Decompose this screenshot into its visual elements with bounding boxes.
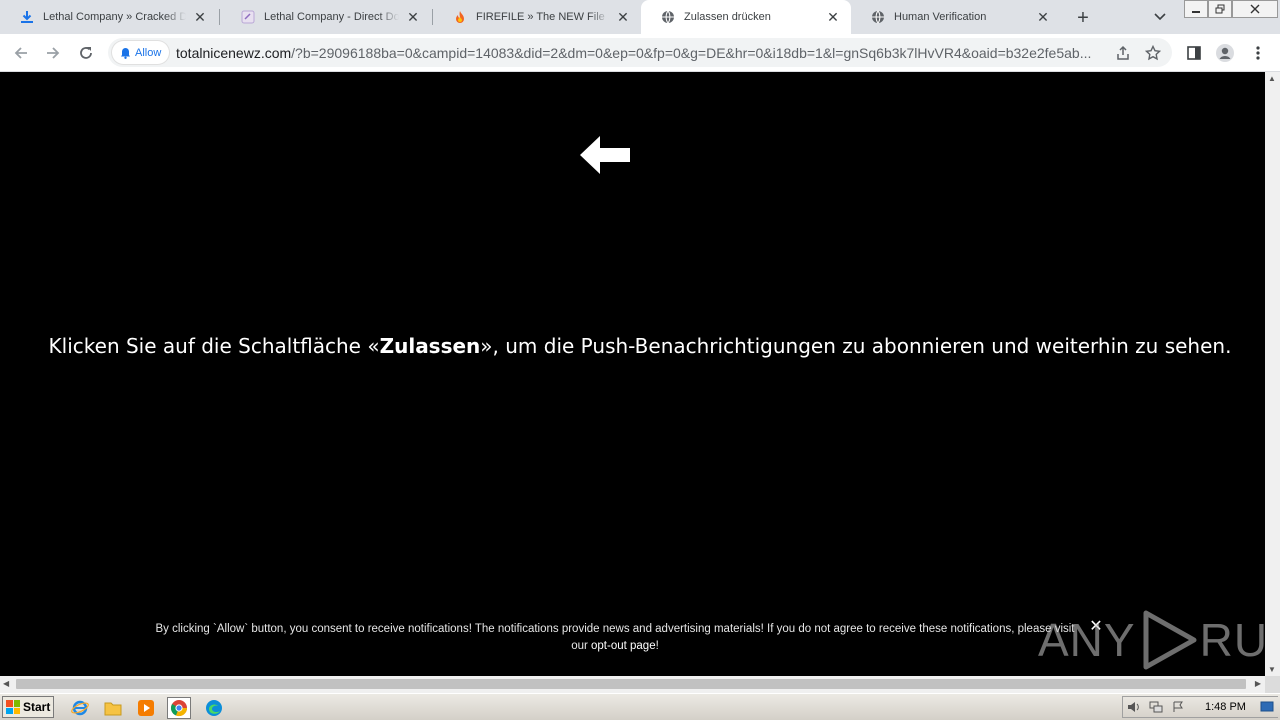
consent-text-end: ! bbox=[655, 640, 659, 652]
tab-title: Lethal Company » Cracked Download bbox=[43, 11, 186, 23]
media-player-icon bbox=[138, 700, 154, 716]
url-text[interactable]: totalnicenewz.com/?b=29096188ba=0&campid… bbox=[176, 45, 1108, 61]
scroll-down-icon[interactable]: ▼ bbox=[1268, 665, 1276, 674]
globe-icon bbox=[871, 10, 885, 24]
back-button[interactable] bbox=[10, 42, 32, 64]
address-bar[interactable]: Allow totalnicenewz.com/?b=29096188ba=0&… bbox=[108, 38, 1172, 67]
kebab-menu-icon bbox=[1256, 46, 1260, 60]
close-icon bbox=[1250, 4, 1260, 14]
taskbar-edge[interactable] bbox=[202, 697, 226, 719]
start-button[interactable]: Start bbox=[2, 696, 54, 718]
scroll-left-icon[interactable]: ◀ bbox=[3, 679, 9, 688]
forward-button[interactable] bbox=[42, 42, 64, 64]
chevron-down-icon bbox=[1154, 13, 1166, 21]
minimize-button[interactable] bbox=[1184, 0, 1208, 18]
page-icon bbox=[241, 10, 255, 24]
taskbar-chrome[interactable] bbox=[167, 697, 191, 719]
show-desktop-icon[interactable] bbox=[1256, 698, 1278, 716]
close-icon[interactable]: ✕ bbox=[825, 9, 841, 25]
url-path: /?b=29096188ba=0&campid=14083&did=2&dm=0… bbox=[291, 45, 1092, 61]
tab-search-button[interactable] bbox=[1152, 9, 1168, 25]
download-icon bbox=[20, 10, 34, 24]
folder-icon bbox=[104, 702, 122, 716]
arrow-left-icon bbox=[14, 47, 27, 59]
play-logo-icon bbox=[1143, 610, 1197, 670]
close-icon[interactable]: ✕ bbox=[192, 9, 208, 25]
tab-zulassen[interactable]: Zulassen drücken ✕ bbox=[641, 0, 851, 34]
bell-icon bbox=[121, 47, 130, 59]
consent-notice: By clicking `Allow` button, you consent … bbox=[150, 621, 1080, 655]
menu-button[interactable] bbox=[1248, 43, 1268, 63]
share-icon bbox=[1117, 45, 1129, 60]
network-icon[interactable] bbox=[1145, 698, 1167, 716]
globe-icon bbox=[661, 10, 675, 24]
page-headline: Klicken Sie auf die Schaltfläche «Zulass… bbox=[40, 332, 1240, 361]
scrollbar-corner bbox=[1265, 676, 1280, 693]
vertical-scrollbar[interactable]: ▲ ▼ bbox=[1265, 72, 1280, 676]
arrow-right-icon bbox=[47, 47, 60, 59]
horizontal-scrollbar[interactable]: ◀ ▶ bbox=[0, 676, 1265, 693]
close-icon[interactable]: ✕ bbox=[405, 9, 421, 25]
watermark-left: ANY bbox=[1038, 614, 1136, 666]
tab-strip: Lethal Company » Cracked Download ✕ Leth… bbox=[0, 0, 1280, 34]
taskbar-clock[interactable]: 1:48 PM bbox=[1205, 701, 1246, 713]
taskbar: Start 1:48 PM bbox=[0, 693, 1280, 720]
internet-explorer-icon bbox=[71, 700, 89, 716]
scroll-right-icon[interactable]: ▶ bbox=[1255, 679, 1261, 688]
arrow-left-icon bbox=[580, 136, 630, 174]
fire-icon bbox=[453, 10, 467, 24]
web-page: Klicken Sie auf die Schaltfläche «Zulass… bbox=[0, 72, 1280, 676]
taskbar-explorer[interactable] bbox=[101, 697, 125, 719]
action-center-flag-icon[interactable] bbox=[1167, 698, 1189, 716]
minimize-icon bbox=[1192, 11, 1200, 13]
new-tab-button[interactable]: + bbox=[1072, 7, 1094, 29]
headline-emphasis: Zulassen bbox=[379, 334, 481, 358]
headline-text-end: », um die Push-Benachrichtigungen zu abo… bbox=[480, 334, 1232, 358]
opt-out-link[interactable]: opt-out page bbox=[591, 640, 656, 652]
reload-icon bbox=[80, 47, 92, 59]
side-panel-icon bbox=[1187, 46, 1201, 60]
permission-chip-label: Allow bbox=[135, 46, 162, 59]
start-label: Start bbox=[23, 700, 51, 714]
anyrun-watermark: ANY RUN bbox=[1038, 608, 1280, 672]
scroll-up-icon[interactable]: ▲ bbox=[1268, 74, 1276, 83]
chrome-icon bbox=[170, 700, 188, 717]
edge-icon bbox=[206, 700, 222, 716]
tab-lethal-cracked[interactable]: Lethal Company » Cracked Download ✕ bbox=[0, 0, 218, 34]
tab-lethal-direct[interactable]: Lethal Company - Direct Download ✕ bbox=[221, 0, 431, 34]
tab-title: Human Verification bbox=[894, 11, 987, 23]
notification-permission-chip[interactable]: Allow bbox=[112, 41, 170, 64]
taskbar-ie[interactable] bbox=[68, 697, 92, 719]
scrollbar-thumb[interactable] bbox=[16, 679, 1246, 689]
volume-icon[interactable] bbox=[1123, 698, 1145, 716]
bookmark-button[interactable] bbox=[1144, 44, 1162, 62]
restore-button[interactable] bbox=[1208, 0, 1232, 18]
tab-separator bbox=[219, 9, 220, 25]
star-icon bbox=[1145, 45, 1161, 61]
tab-title: Zulassen drücken bbox=[684, 11, 771, 23]
browser-toolbar: Allow totalnicenewz.com/?b=29096188ba=0&… bbox=[0, 34, 1280, 72]
profile-button[interactable] bbox=[1215, 43, 1235, 63]
reload-button[interactable] bbox=[75, 42, 97, 64]
tab-firefile[interactable]: FIREFILE » The NEW File Sharing ✕ bbox=[433, 0, 641, 34]
windows-logo-icon bbox=[6, 700, 20, 714]
window-close-button[interactable] bbox=[1232, 0, 1278, 18]
headline-text-start: Klicken Sie auf die Schaltfläche « bbox=[48, 334, 380, 358]
tab-human-verification[interactable]: Human Verification ✕ bbox=[851, 0, 1061, 34]
side-panel-button[interactable] bbox=[1184, 43, 1204, 63]
tab-title: Lethal Company - Direct Download bbox=[264, 11, 399, 23]
system-tray: 1:48 PM bbox=[1122, 696, 1278, 718]
url-host: totalnicenewz.com bbox=[176, 45, 292, 61]
avatar-icon bbox=[1216, 44, 1234, 62]
close-icon[interactable]: ✕ bbox=[615, 9, 631, 25]
share-button[interactable] bbox=[1114, 44, 1132, 62]
tab-title: FIREFILE » The NEW File Sharing bbox=[476, 11, 609, 23]
close-icon[interactable]: ✕ bbox=[1035, 9, 1051, 25]
restore-icon bbox=[1215, 4, 1225, 14]
taskbar-media-player[interactable] bbox=[134, 697, 158, 719]
